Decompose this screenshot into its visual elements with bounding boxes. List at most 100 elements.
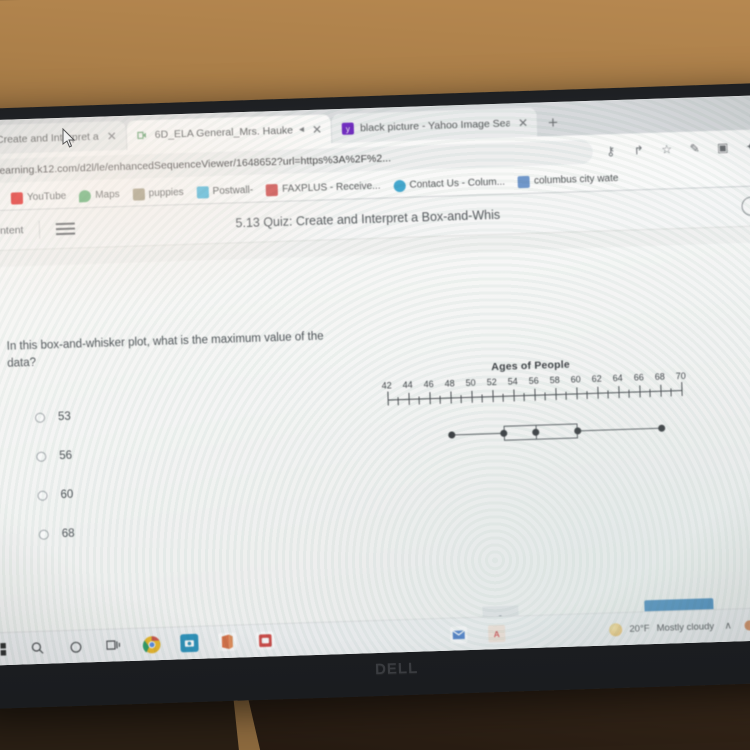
mail-icon[interactable] — [439, 617, 478, 651]
tick-mark-62 — [596, 386, 599, 399]
faxplus-icon — [265, 183, 279, 196]
tick-label-66: 66 — [633, 372, 644, 383]
tick-mark-53 — [502, 393, 504, 402]
tick-mark-51 — [481, 394, 483, 403]
radio-button-2[interactable] — [37, 490, 48, 501]
tick-label-48: 48 — [444, 378, 455, 389]
extensions-puzzle-icon[interactable]: ✦ — [740, 136, 750, 157]
svg-text:A: A — [493, 628, 499, 638]
answer-option-2[interactable]: 60 — [37, 475, 74, 515]
postwall-icon — [196, 185, 209, 199]
tick-label-64: 64 — [612, 372, 623, 384]
pencil-icon[interactable]: ✎ — [684, 138, 705, 159]
bookmark-item-5-label: FAXPLUS - Receive... — [281, 180, 381, 195]
box-and-whisker-figure: Ages of People 42 44 46 48 50 52 54 56 58 60 62 64 6… — [375, 355, 688, 449]
start-button[interactable] — [0, 632, 19, 666]
tick-mark-46 — [428, 392, 431, 405]
quiz-canvas: In this box-and-whisker plot, what is th… — [0, 226, 750, 666]
cloud-sync-icon[interactable] — [742, 618, 750, 632]
tick-label-54: 54 — [507, 376, 518, 387]
tick-label-60: 60 — [570, 374, 581, 385]
tick-mark-65 — [628, 389, 630, 398]
bookmark-item-2-label: Maps — [95, 189, 120, 201]
chevron-up-icon[interactable]: ∧ — [721, 618, 735, 632]
password-key-icon[interactable]: ⚷ — [600, 140, 621, 161]
share-icon[interactable]: ↱ — [628, 139, 649, 160]
tick-mark-52 — [491, 390, 494, 403]
search-icon[interactable] — [18, 631, 57, 665]
help-circle-icon[interactable] — [741, 196, 750, 217]
screenshot-icon[interactable]: ▣ — [712, 137, 733, 158]
tick-label-62: 62 — [591, 373, 602, 384]
header-divider — [39, 220, 41, 239]
radio-button-1[interactable] — [36, 451, 47, 462]
hamburger-icon[interactable] — [56, 222, 76, 235]
tab-audio-muted-icon[interactable]: ◂ — [299, 124, 304, 135]
tick-label-70: 70 — [675, 370, 686, 382]
tick-mark-66 — [639, 385, 641, 398]
tick-mark-43 — [397, 397, 399, 406]
bookmark-item-4-label: Postwall- — [212, 184, 254, 198]
data-point-68 — [657, 424, 666, 432]
answer-option-1[interactable]: 56 — [36, 436, 73, 476]
quiz-card: In this box-and-whisker plot, what is th… — [0, 241, 750, 666]
tray-temperature: 20°F — [629, 622, 650, 635]
tick-label-42: 42 — [381, 380, 392, 391]
water-icon — [517, 175, 531, 188]
adobe-icon[interactable]: A — [477, 616, 516, 650]
lower-whisker — [451, 432, 504, 436]
tick-mark-63 — [607, 390, 609, 399]
office-icon[interactable] — [208, 625, 247, 659]
tick-mark-44 — [407, 392, 410, 405]
tick-mark-58 — [554, 388, 557, 401]
folder-icon — [132, 187, 145, 201]
tick-label-52: 52 — [486, 377, 497, 388]
browser-tab-3-close-icon[interactable]: ✕ — [518, 115, 529, 129]
upper-whisker — [577, 427, 662, 432]
store-icon[interactable] — [170, 626, 209, 660]
bookmark-item-7-label: columbus city wate — [533, 172, 619, 187]
tick-mark-64 — [617, 386, 620, 399]
bookmark-star-icon[interactable]: ☆ — [656, 139, 677, 160]
answer-option-3[interactable]: 68 — [38, 514, 75, 554]
bookmark-item-contact-us[interactable]: Contact Us - Colum... — [393, 176, 505, 192]
bookmark-item-youtube[interactable]: YouTube — [10, 190, 67, 205]
radio-button-3[interactable] — [38, 529, 49, 540]
tick-mark-47 — [439, 395, 441, 404]
photograph-of-laptop-screen: DELL Create and Interpret a ✕ 6D_ELA Gen — [0, 0, 750, 750]
browser-tab-3-title: black picture - Yahoo Image Sea — [359, 116, 511, 134]
browser-tab-2-close-icon[interactable]: ✕ — [312, 122, 323, 136]
back-to-content-link[interactable]: to Content — [0, 224, 24, 238]
chart-axis: 42 44 46 48 50 52 54 56 58 60 62 64 66 68 70 — [376, 371, 687, 425]
yahoo-icon: y — [341, 121, 354, 135]
tick-mark-59 — [565, 391, 567, 400]
cortana-icon[interactable] — [56, 630, 95, 664]
axis-endcap-70 — [680, 382, 683, 397]
data-point-48 — [447, 431, 455, 439]
bookmark-item-columbus-water[interactable]: columbus city wate — [517, 172, 619, 188]
question-text: In this box-and-whisker plot, what is th… — [6, 330, 324, 371]
radio-button-0[interactable] — [34, 412, 46, 423]
data-point-60 — [573, 427, 582, 435]
browser-tab-1-close-icon[interactable]: ✕ — [106, 129, 117, 143]
bookmark-item-postwall[interactable]: Postwall- — [196, 184, 254, 199]
bookmark-item-6-label: Contact Us - Colum... — [409, 176, 506, 191]
task-view-icon[interactable] — [94, 628, 133, 662]
tick-mark-61 — [586, 391, 588, 400]
chrome-icon[interactable] — [132, 627, 171, 661]
pdf-icon[interactable] — [246, 624, 285, 658]
system-tray: 20°F Mostly cloudy ∧ — [609, 617, 750, 637]
bookmark-item-3-label: puppies — [148, 187, 184, 200]
bookmark-item-puppies[interactable]: puppies — [132, 187, 184, 201]
tick-mark-49 — [460, 395, 462, 404]
tick-label-46: 46 — [423, 379, 434, 390]
bookmark-item-maps[interactable]: Maps — [79, 189, 120, 202]
bookmark-item-1-label: YouTube — [26, 190, 67, 204]
answer-option-0[interactable]: 53 — [34, 397, 71, 437]
tick-mark-57 — [544, 392, 546, 401]
axis-endcap-42 — [386, 391, 389, 406]
tick-label-68: 68 — [654, 371, 665, 382]
new-tab-button[interactable]: + — [538, 113, 569, 137]
bookmark-item-faxplus[interactable]: FAXPLUS - Receive... — [265, 180, 381, 196]
tray-condition: Mostly cloudy — [656, 620, 715, 634]
